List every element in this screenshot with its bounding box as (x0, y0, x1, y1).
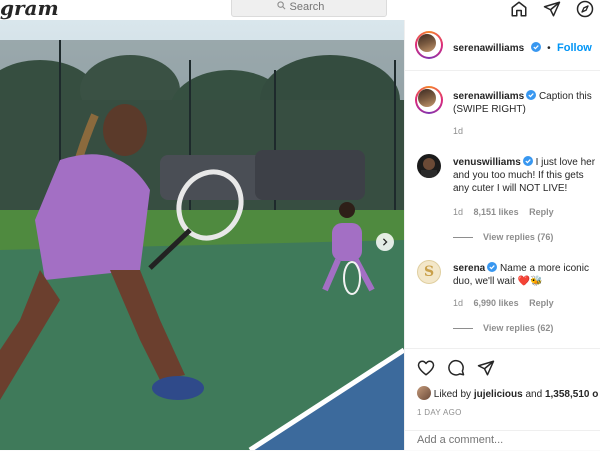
comment-username[interactable]: venuswilliams (453, 157, 521, 168)
comment-text-block: venuswilliams I just love her and you to… (453, 156, 597, 195)
comment-time: 1d (453, 298, 464, 308)
heart-icon[interactable] (417, 359, 435, 382)
view-replies-button[interactable]: View replies (76) (453, 232, 553, 242)
post-side-panel: serenawilliams • Follow serenawilliams C… (404, 20, 600, 450)
avatar[interactable] (415, 86, 443, 114)
post-container: serenawilliams • Follow serenawilliams C… (0, 20, 600, 450)
follow-button[interactable]: Follow (557, 42, 592, 54)
avatar[interactable]: S (417, 260, 441, 284)
add-comment-input[interactable] (417, 434, 587, 446)
search-box[interactable] (231, 0, 387, 17)
reply-button[interactable]: Reply (529, 207, 554, 217)
serena-logo-icon: S (423, 264, 435, 280)
caption-time: 1d (453, 126, 464, 136)
view-replies-label: View replies (62) (483, 323, 554, 333)
post-header: serenawilliams • Follow (405, 20, 600, 71)
post-media[interactable] (0, 20, 404, 450)
comment-likes[interactable]: 6,990 likes (474, 298, 519, 308)
comment-username[interactable]: serena (453, 263, 485, 274)
instagram-logo[interactable]: gram (0, 0, 59, 20)
avatar[interactable] (417, 154, 441, 178)
view-replies-button[interactable]: View replies (62) (453, 323, 553, 333)
top-nav-bar: gram (0, 0, 600, 21)
comment-emoji: ❤️🐝 (517, 276, 543, 287)
replies-divider (453, 328, 473, 330)
liked-by-line: Liked by jujelicious and 1,358,510 o (417, 386, 600, 400)
reply-button[interactable]: Reply (529, 298, 554, 308)
caption-username[interactable]: serenawilliams (453, 91, 524, 102)
comment-meta: 1d 6,990 likes Reply (453, 298, 554, 308)
verified-icon (487, 262, 498, 272)
header-line: serenawilliams • Follow (453, 38, 592, 56)
search-icon (276, 1, 286, 13)
liked-by-suffix: o (592, 389, 599, 400)
comment-text-block: serena Name a more iconic duo, we'll wai… (453, 262, 597, 288)
add-comment-bar (405, 430, 600, 451)
avatar[interactable] (415, 31, 443, 59)
caption-text-block: serenawilliams Caption this (SWIPE RIGHT… (453, 90, 597, 116)
next-arrow-icon[interactable] (376, 233, 394, 251)
view-replies-label: View replies (76) (483, 232, 554, 242)
liked-by-middle: and (525, 389, 543, 400)
comment-meta: 1d 8,151 likes Reply (453, 207, 554, 217)
home-icon[interactable] (510, 0, 528, 18)
header-separator: • (547, 43, 551, 54)
search-input[interactable] (289, 1, 342, 13)
likes-count[interactable]: 1,358,510 (545, 389, 590, 400)
post-timestamp: 1 DAY AGO (417, 408, 462, 417)
header-username[interactable]: serenawilliams (453, 43, 524, 54)
tennis-photo (0, 20, 404, 450)
liked-by-prefix: Liked by (433, 389, 472, 400)
verified-icon (526, 90, 537, 100)
verified-icon (522, 156, 533, 166)
comment-likes[interactable]: 8,151 likes (474, 207, 519, 217)
verified-icon (530, 39, 541, 52)
comment-icon[interactable] (447, 359, 465, 382)
direct-icon[interactable] (543, 0, 561, 18)
share-icon[interactable] (477, 359, 495, 382)
comment-time: 1d (453, 207, 464, 217)
liked-by-user[interactable]: jujelicious (474, 389, 523, 400)
avatar[interactable] (417, 386, 431, 400)
replies-divider (453, 237, 473, 239)
explore-icon[interactable] (576, 0, 594, 18)
